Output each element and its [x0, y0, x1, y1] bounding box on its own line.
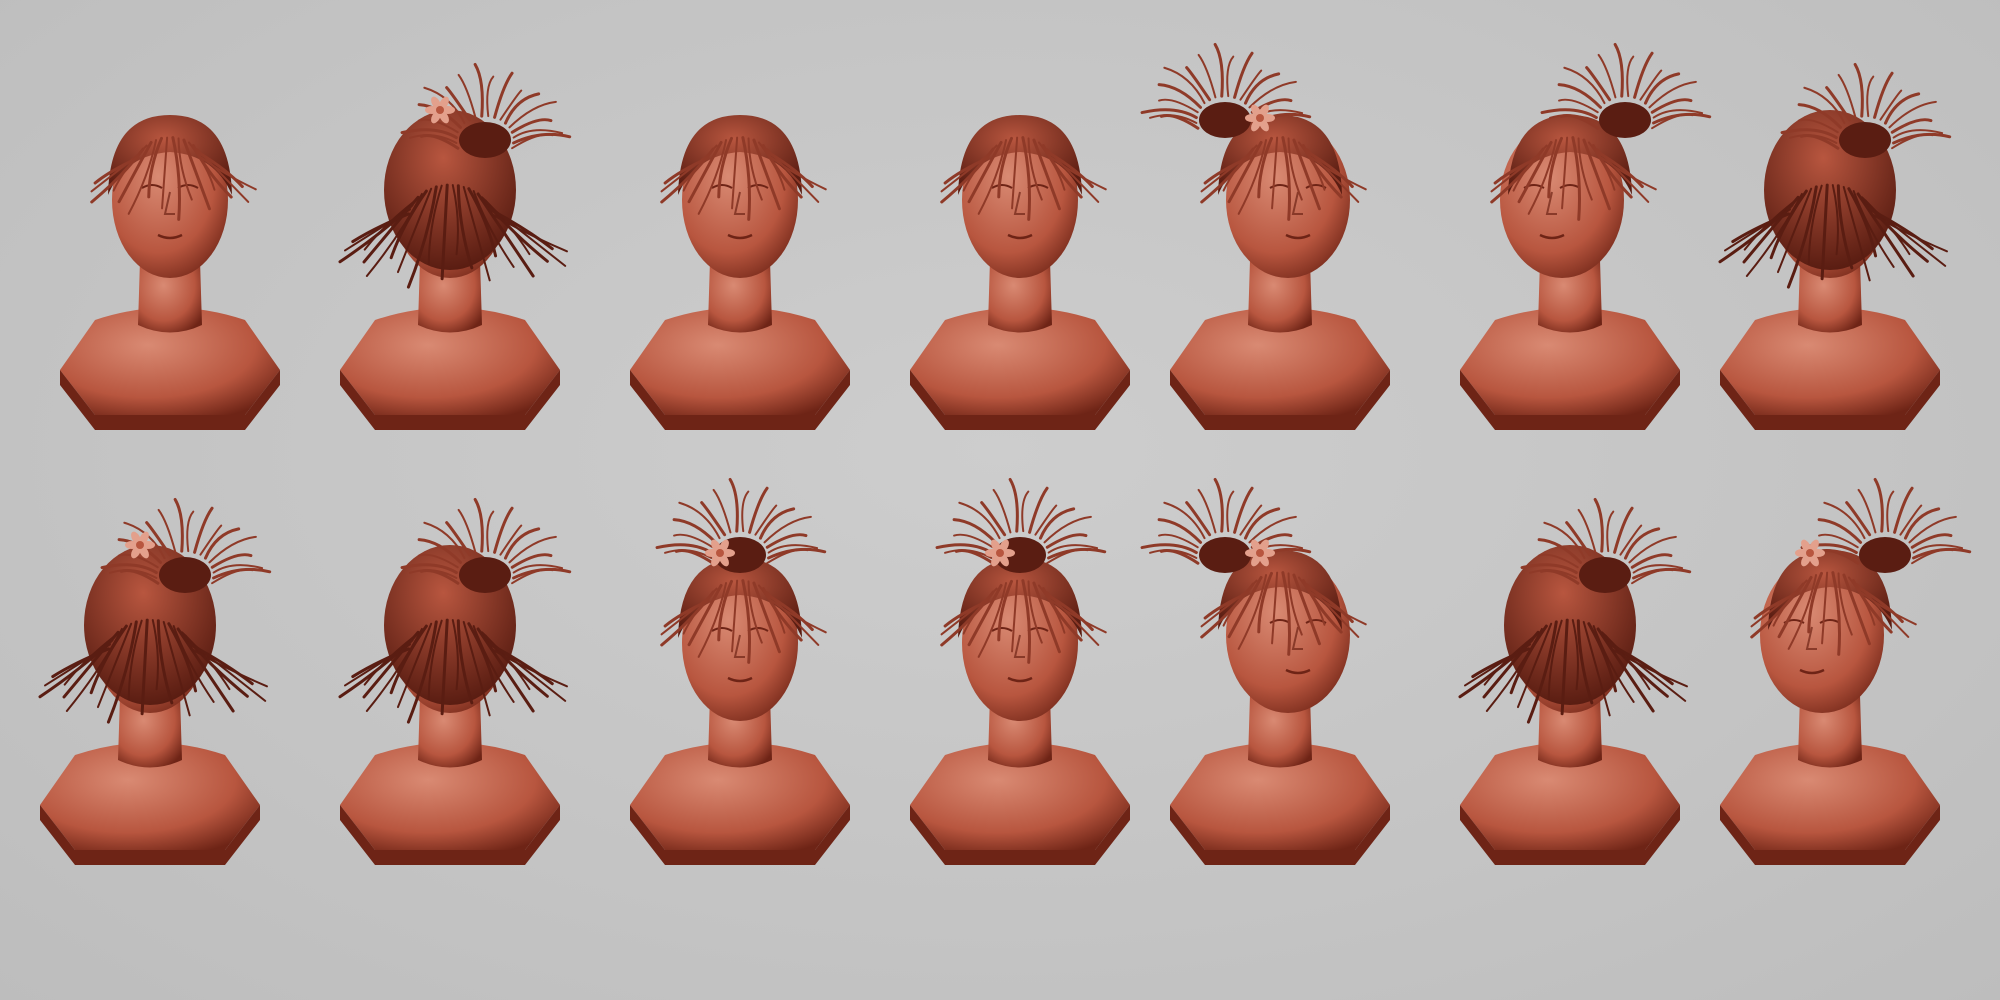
bust-render: [1140, 477, 1390, 865]
bust-render: [630, 477, 850, 865]
sculpt-bust-front-tilted-down: [890, 477, 1150, 885]
bust-render: [1140, 42, 1390, 430]
bust-render: [338, 497, 572, 865]
sculpt-bust-right-three-quarter: [1140, 477, 1410, 885]
bust-render: [910, 115, 1130, 430]
sculpt-bust-front: [610, 70, 870, 450]
bust-render: [1720, 477, 1972, 865]
bust-render: [338, 62, 572, 430]
bust-hair: [1718, 62, 1952, 289]
turnaround-row-bottom: [0, 477, 2000, 885]
sculpt-turnaround-canvas: [0, 0, 2000, 1000]
sculpt-bust-left-three-quarter: [1440, 42, 1712, 450]
bust-hair: [338, 62, 572, 289]
bust-hair: [38, 497, 272, 724]
bust-render: [1460, 42, 1712, 430]
bust-render: [38, 497, 272, 865]
bust-hair: [1458, 497, 1692, 724]
sculpt-bust-left-three-quarter: [1700, 477, 1972, 885]
sculpt-bust-front: [40, 70, 300, 450]
bust-render: [910, 477, 1130, 865]
sculpt-bust-back: [320, 497, 580, 885]
sculpt-bust-back-left: [320, 62, 580, 450]
sculpt-bust-back-left: [1440, 497, 1700, 885]
sculpt-bust-front: [890, 70, 1150, 450]
turnaround-row-top: [0, 42, 2000, 450]
bust-render: [1458, 497, 1692, 865]
sculpt-bust-front-tilted-down: [610, 477, 870, 885]
sculpt-bust-back-right: [1700, 62, 1960, 450]
bust-render: [630, 115, 850, 430]
bust-render: [1718, 62, 1952, 430]
bust-hair: [338, 497, 572, 724]
sculpt-bust-back-right: [20, 497, 280, 885]
sculpt-bust-right-profile: [1140, 42, 1410, 450]
bust-render: [60, 115, 280, 430]
